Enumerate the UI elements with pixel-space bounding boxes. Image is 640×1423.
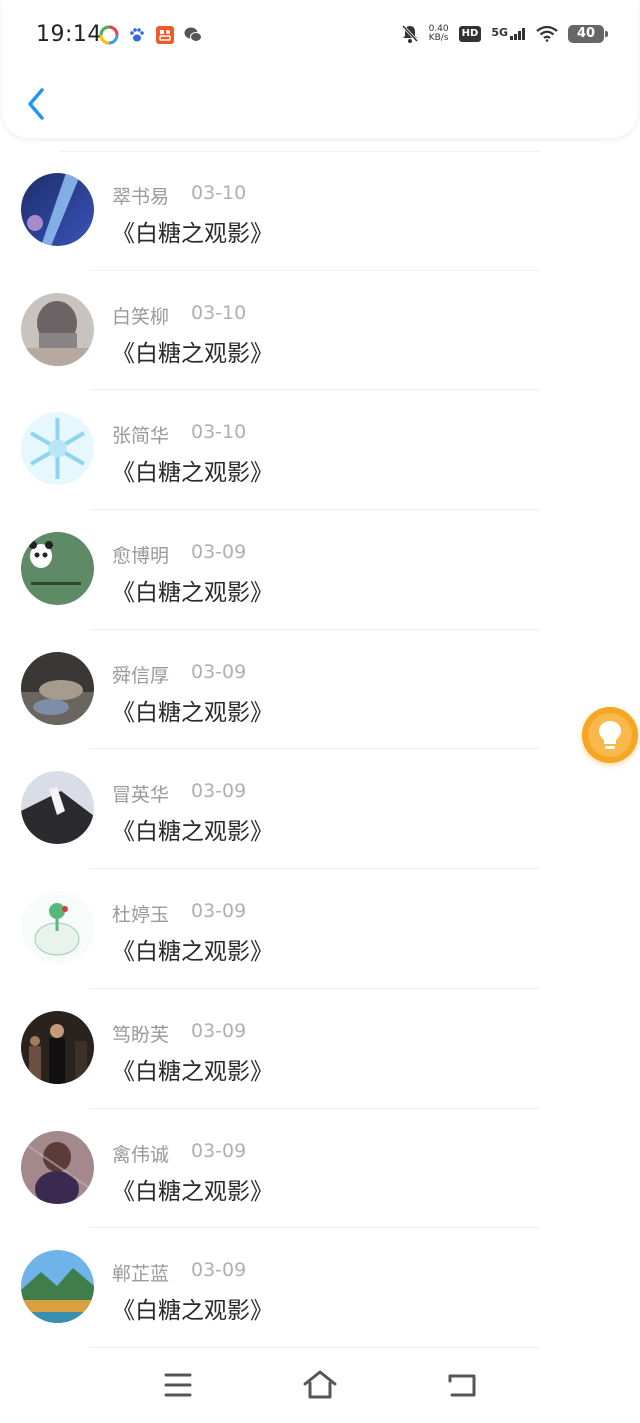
message-date: 03-09 — [191, 1259, 247, 1282]
message-title: 《白糖之观影》 — [112, 340, 273, 367]
list-item[interactable]: 禽伟诚 03-09 《白糖之观影》 — [0, 1109, 640, 1229]
message-date: 03-09 — [191, 780, 247, 803]
return-button[interactable] — [442, 1367, 482, 1403]
avatar — [21, 173, 94, 246]
message-title: 《白糖之观影》 — [112, 221, 273, 247]
sender-name: 张简华 — [112, 425, 170, 448]
message-list: 翠书易 03-10 《白糖之观影》 白笑柳 03-10 《白糖之观影》 张简华 … — [0, 151, 640, 1348]
home-button[interactable] — [300, 1367, 340, 1403]
home-icon — [303, 1370, 337, 1399]
page: 19:14 0.40 KB/s HD 5G 40 翠书易 03-10 《白糖之观… — [0, 0, 640, 1423]
chevron-left-icon — [28, 88, 44, 120]
message-date: 03-09 — [191, 541, 247, 564]
message-title: 《白糖之观影》 — [112, 1178, 273, 1205]
list-item[interactable]: 愈博明 03-09 《白糖之观影》 — [0, 510, 640, 630]
avatar — [21, 532, 94, 606]
list-item[interactable]: 冒英华 03-09 《白糖之观影》 — [0, 749, 640, 870]
row-divider — [90, 1346, 540, 1348]
message-date: 03-09 — [191, 660, 247, 683]
message-date: 03-10 — [191, 182, 247, 204]
menu-icon — [164, 1373, 192, 1397]
net-speed: 0.40 KB/s — [429, 25, 449, 43]
avatar — [21, 1010, 94, 1084]
menu-button[interactable] — [158, 1367, 198, 1403]
sender-name: 笃盼芙 — [112, 1023, 170, 1046]
network-type: 5G — [491, 26, 508, 39]
return-icon — [448, 1374, 476, 1397]
battery-indicator: 40 — [568, 25, 608, 43]
sender-name: 翠书易 — [112, 186, 170, 208]
idea-button[interactable] — [582, 707, 638, 763]
list-item[interactable]: 笃盼芙 03-09 《白糖之观影》 — [0, 989, 640, 1109]
list-item[interactable]: 张简华 03-10 《白糖之观影》 — [0, 390, 640, 511]
sender-name: 白笑柳 — [112, 305, 170, 328]
avatar — [21, 1250, 94, 1324]
browser-app-icon — [99, 25, 119, 45]
wifi-icon — [536, 26, 558, 42]
message-title: 《白糖之观影》 — [112, 1298, 273, 1325]
sender-name: 郸芷蓝 — [112, 1263, 170, 1286]
status-right: 0.40 KB/s HD 5G 40 — [401, 24, 608, 44]
message-title: 《白糖之观影》 — [112, 819, 273, 846]
list-item[interactable]: 杜婷玉 03-09 《白糖之观影》 — [0, 869, 640, 989]
back-button[interactable] — [22, 82, 52, 126]
mute-bell-icon — [401, 24, 418, 43]
message-date: 03-09 — [191, 900, 247, 923]
header: 19:14 0.40 KB/s HD 5G 40 — [2, 0, 638, 138]
orange-app-icon — [156, 26, 174, 44]
message-date: 03-09 — [191, 1139, 247, 1162]
avatar — [21, 651, 94, 725]
message-title: 《白糖之观影》 — [112, 1058, 273, 1085]
avatar — [21, 891, 94, 965]
wechat-app-icon — [184, 27, 202, 42]
paw-app-icon — [130, 28, 144, 42]
avatar — [21, 292, 94, 366]
avatar — [21, 771, 94, 845]
message-title: 《白糖之观影》 — [112, 939, 273, 966]
message-date: 03-09 — [191, 1019, 247, 1042]
signal-indicator: 5G — [491, 26, 526, 40]
avatar — [21, 412, 94, 486]
list-item[interactable]: 舜信厚 03-09 《白糖之观影》 — [0, 630, 640, 750]
list-item[interactable]: 郸芷蓝 03-09 《白糖之观影》 — [0, 1228, 640, 1348]
net-speed-unit: KB/s — [428, 33, 449, 43]
list-item[interactable]: 翠书易 03-10 《白糖之观影》 — [0, 151, 640, 271]
sender-name: 冒英华 — [112, 784, 170, 807]
sender-name: 禽伟诚 — [112, 1143, 170, 1166]
list-item[interactable]: 白笑柳 03-10 《白糖之观影》 — [0, 271, 640, 391]
message-date: 03-10 — [191, 421, 247, 444]
message-title: 《白糖之观影》 — [112, 699, 273, 726]
message-date: 03-10 — [191, 301, 247, 324]
signal-bars-icon — [510, 28, 525, 40]
sender-name: 杜婷玉 — [112, 904, 170, 927]
message-title: 《白糖之观影》 — [112, 580, 273, 607]
avatar — [21, 1130, 94, 1204]
bottom-nav — [0, 1350, 640, 1423]
status-app-icons — [99, 25, 203, 45]
sender-name: 愈博明 — [112, 545, 170, 568]
message-title: 《白糖之观影》 — [112, 460, 273, 487]
sender-name: 舜信厚 — [112, 664, 170, 687]
status-time: 19:14 — [36, 22, 102, 47]
hd-badge: HD — [458, 26, 482, 42]
